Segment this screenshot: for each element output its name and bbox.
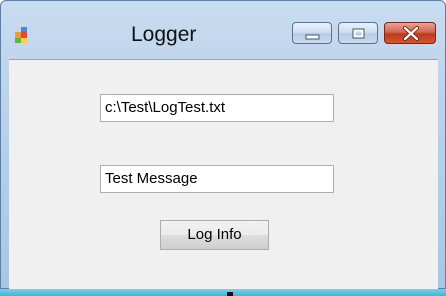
close-icon bbox=[403, 26, 419, 41]
form-client-area: c:\Test\LogTest.txt Test Message Log Inf… bbox=[9, 59, 438, 290]
window-title: Logger bbox=[131, 23, 197, 46]
message-field[interactable]: Test Message bbox=[100, 165, 334, 193]
title-bar[interactable]: Logger bbox=[1, 1, 445, 57]
minimize-icon bbox=[305, 34, 320, 40]
close-button[interactable] bbox=[384, 22, 436, 44]
logger-window: Logger c:\Test\LogTest.txt Test Message … bbox=[0, 0, 446, 290]
windows-form-icon[interactable] bbox=[15, 27, 31, 43]
log-info-button[interactable]: Log Info bbox=[160, 220, 269, 250]
cursor-mark bbox=[227, 292, 233, 296]
maximize-icon bbox=[352, 28, 365, 39]
minimize-button[interactable] bbox=[292, 22, 332, 44]
maximize-button[interactable] bbox=[338, 22, 378, 44]
file-path-field[interactable]: c:\Test\LogTest.txt bbox=[100, 94, 334, 122]
taskbar-edge bbox=[0, 289, 446, 296]
